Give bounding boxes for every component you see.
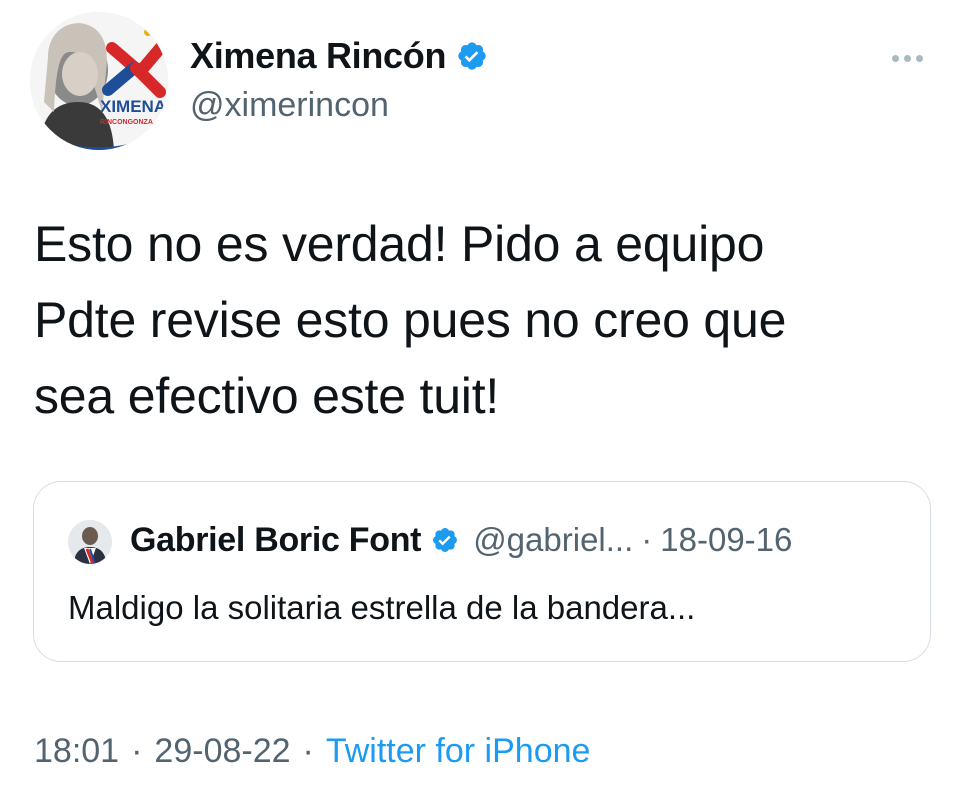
tweet: XIMENA RINCONGONZA Ximena Rincón @ximeri…: [0, 0, 955, 795]
quoted-tweet-card[interactable]: Gabriel Boric Font @gabriel... · 18-09-1…: [33, 481, 931, 662]
separator-dot: ·: [131, 732, 143, 770]
quoted-author-avatar[interactable]: [68, 520, 112, 564]
tweet-text-line: sea efectivo este tuit!: [34, 368, 500, 424]
more-horizontal-icon-dot: [915, 54, 923, 62]
tweet-time[interactable]: 18:01: [34, 729, 119, 773]
tweet-date[interactable]: 29-08-22: [154, 729, 290, 773]
verified-badge-icon: [433, 528, 458, 552]
quoted-tweet-text: Maldigo la solitaria estrella de la band…: [68, 589, 696, 626]
author-display-name[interactable]: Ximena Rincón: [190, 34, 446, 78]
avatar-logo-subtext: RINCONGONZA: [100, 119, 153, 126]
quoted-author-handle[interactable]: @gabriel...: [473, 518, 633, 562]
tweet-text: Esto no es verdad! Pido a equipo Pdte re…: [34, 206, 914, 434]
author-avatar-image: XIMENA RINCONGONZA: [30, 12, 168, 150]
separator-dot: ·: [641, 521, 653, 558]
author-name-row[interactable]: Ximena Rincón: [190, 34, 488, 78]
tweet-source-link[interactable]: Twitter for iPhone: [326, 729, 591, 773]
author-handle[interactable]: @ximerincon: [190, 84, 389, 126]
separator-dot: ·: [302, 732, 314, 770]
quoted-author-display-name[interactable]: Gabriel Boric Font: [130, 518, 421, 562]
quoted-author-avatar-image: [68, 520, 112, 564]
more-options-button[interactable]: [885, 44, 929, 72]
quoted-tweet-header: Gabriel Boric Font @gabriel... · 18-09-1…: [130, 518, 792, 562]
more-horizontal-icon: [891, 54, 899, 62]
avatar-logo-text: XIMENA: [100, 97, 166, 116]
tweet-text-line: Pdte revise esto pues no creo que: [34, 292, 787, 348]
verified-badge-icon: [458, 42, 486, 70]
author-avatar[interactable]: XIMENA RINCONGONZA: [30, 12, 168, 150]
tweet-text-line: Esto no es verdad! Pido a equipo: [34, 216, 765, 272]
quoted-tweet-date[interactable]: 18-09-16: [660, 518, 792, 562]
more-horizontal-icon-dot: [903, 54, 911, 62]
tweet-meta: 18:01 · 29-08-22 · Twitter for iPhone: [34, 729, 590, 773]
